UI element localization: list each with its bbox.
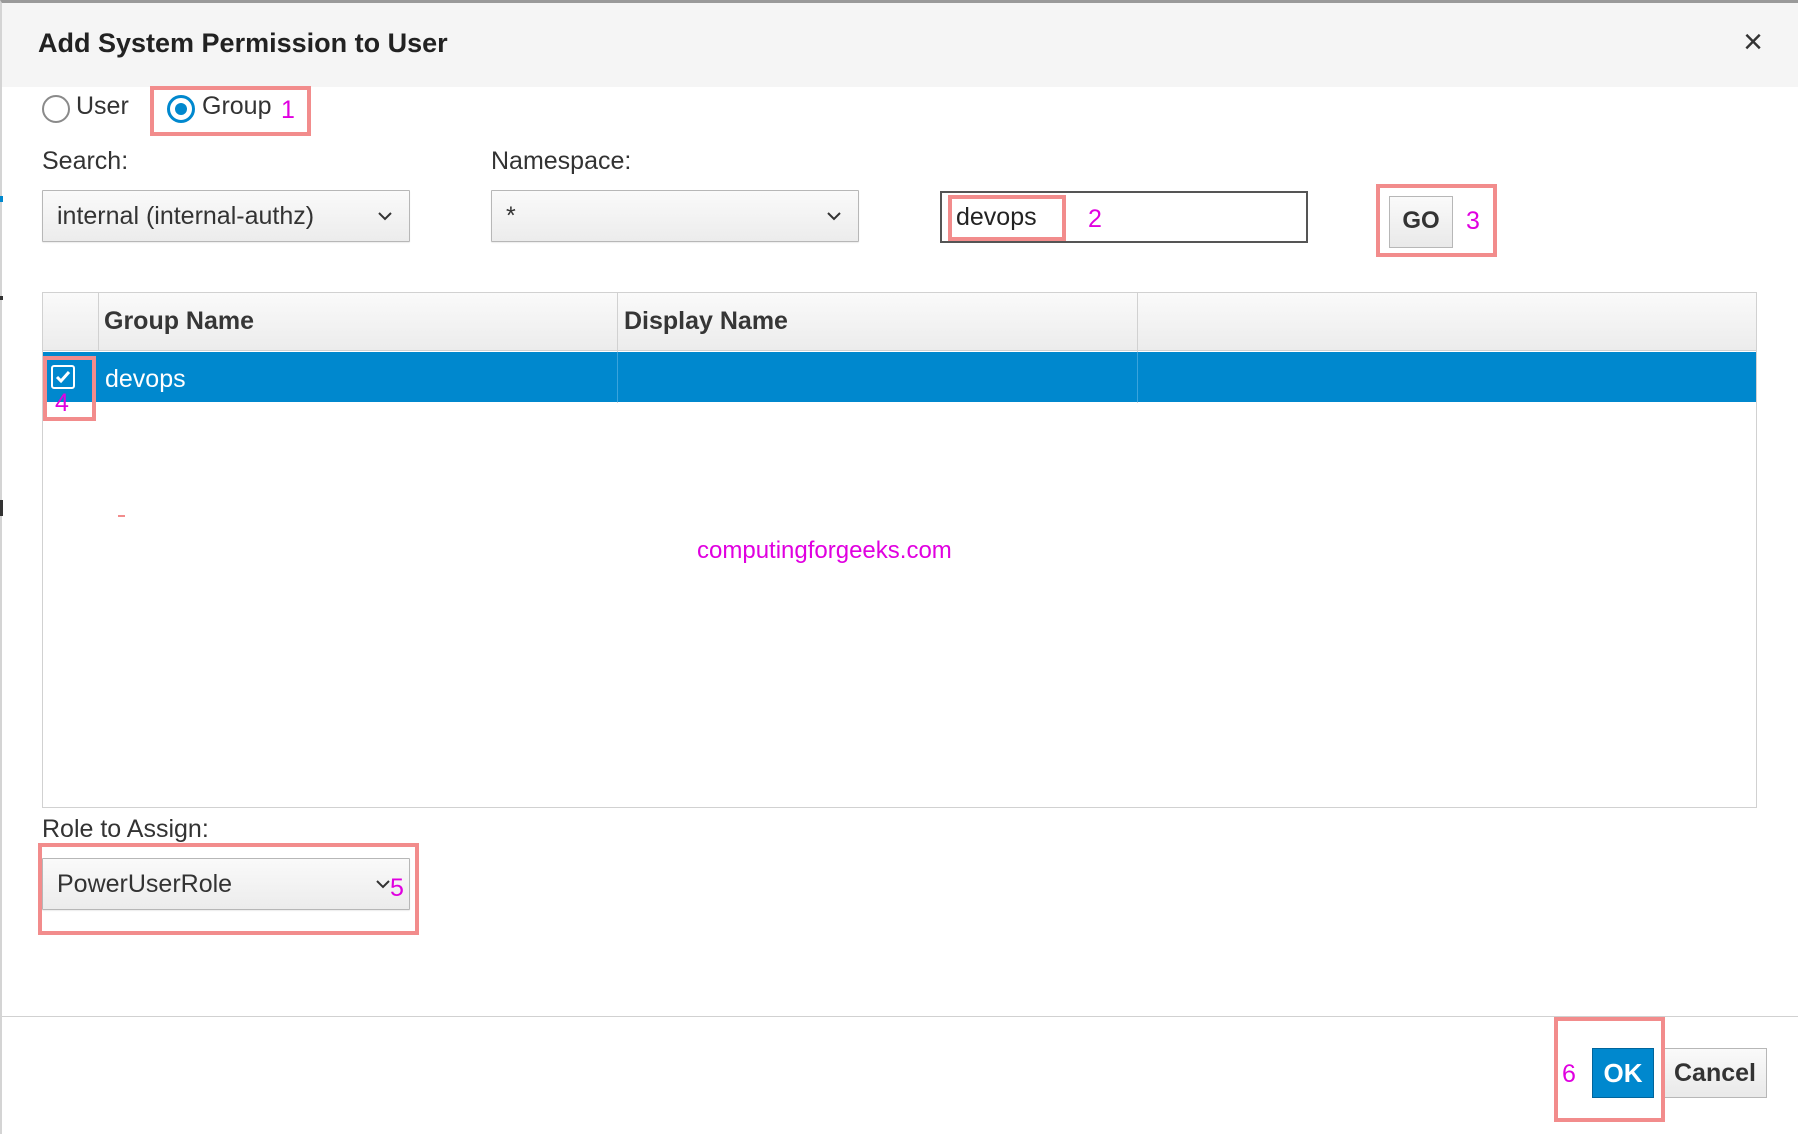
annotation-box-2	[948, 195, 1066, 241]
column-header-group-name[interactable]: Group Name	[104, 307, 254, 336]
stray-mark	[118, 515, 125, 517]
namespace-label: Namespace:	[491, 147, 632, 175]
search-select[interactable]: internal (internal-authz)	[42, 190, 410, 242]
annotation-number-5: 5	[390, 874, 404, 902]
column-divider	[617, 352, 618, 402]
namespace-select[interactable]: *	[491, 190, 859, 242]
radio-user-label[interactable]: User	[76, 92, 129, 121]
annotation-number-6: 6	[1562, 1060, 1576, 1088]
column-divider	[98, 293, 99, 351]
group-name-cell: devops	[105, 365, 186, 393]
edge-marker	[0, 296, 3, 300]
chevron-down-icon	[378, 212, 392, 221]
search-select-value: internal (internal-authz)	[57, 202, 315, 230]
annotation-number-3: 3	[1466, 207, 1480, 235]
watermark: computingforgeeks.com	[697, 537, 952, 564]
edge-marker	[0, 196, 3, 202]
column-header-display-name[interactable]: Display Name	[624, 307, 788, 336]
search-label: Search:	[42, 147, 129, 175]
dialog-title: Add System Permission to User	[38, 28, 448, 58]
radio-user[interactable]	[42, 95, 70, 123]
table-header	[43, 293, 1756, 351]
annotation-number-2: 2	[1088, 205, 1102, 233]
annotation-number-1: 1	[281, 96, 295, 124]
table-row[interactable]	[43, 352, 1756, 402]
annotation-box-4	[43, 356, 96, 421]
namespace-select-value: *	[506, 202, 516, 230]
footer-divider	[2, 1016, 1798, 1017]
annotation-number-4: 4	[55, 389, 69, 417]
role-label: Role to Assign:	[42, 815, 209, 843]
annotation-box-5	[38, 843, 419, 935]
chevron-down-icon	[827, 212, 841, 221]
edge-marker	[0, 500, 3, 516]
close-icon[interactable]: ×	[1736, 22, 1770, 62]
column-divider	[1137, 352, 1138, 402]
cancel-button[interactable]: Cancel	[1663, 1048, 1767, 1098]
